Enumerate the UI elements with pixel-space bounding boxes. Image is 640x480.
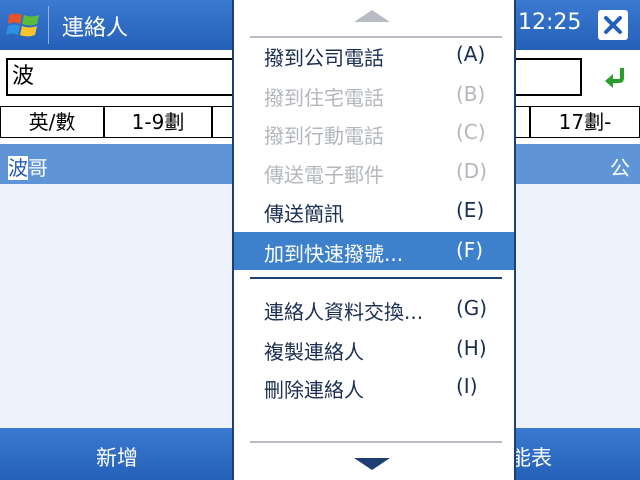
enter-arrow-icon[interactable] [602,64,628,90]
menu-item-accelerator: (I) [456,374,478,398]
menu-item-copy-contact[interactable]: 複製連絡人 (H) [234,330,514,368]
menu-item-label: 連絡人資料交換... [264,300,424,324]
menu-item-accelerator: (E) [456,198,485,222]
menu-item-add-speed-dial[interactable]: 加到快速撥號... (F) [234,232,514,270]
menu-item-call-home: 撥到住宅電話 (B) [234,76,514,114]
tab-strokes-1-9[interactable]: 1-9劃 [104,106,212,138]
softkey-menu[interactable]: 能表 [510,442,552,472]
tab-alpha-num[interactable]: 英/數 [0,106,104,138]
menu-item-send-email: 傳送電子郵件 (D) [234,153,514,191]
close-icon [604,16,622,34]
contact-name: 波哥 [8,152,48,181]
menu-item-label: 複製連絡人 [264,340,364,364]
softkey-new[interactable]: 新增 [96,442,138,472]
menu-item-label: 撥到公司電話 [264,46,384,70]
menu-item-label: 撥到住宅電話 [264,86,384,110]
menu-item-accelerator: (C) [456,120,486,144]
app-title: 連絡人 [62,16,129,41]
menu-item-send-sms[interactable]: 傳送簡訊 (E) [234,192,514,230]
menu-item-label: 刪除連絡人 [264,378,364,402]
menu-separator [250,277,502,279]
menu-item-accelerator: (B) [456,82,486,106]
menu-item-accelerator: (H) [456,336,487,360]
menu-separator-bottom [250,441,502,443]
contact-name-rest: 哥 [28,156,48,180]
menu-item-label: 傳送簡訊 [264,202,344,226]
menu-item-call-work[interactable]: 撥到公司電話 (A) [234,36,514,74]
context-menu: 撥到公司電話 (A) 撥到住宅電話 (B) 撥到行動電話 (C) 傳送電子郵件 … [232,0,516,480]
tab-partial-right[interactable] [514,106,530,138]
menu-item-label: 傳送電子郵件 [264,163,384,187]
menu-item-accelerator: (F) [456,238,484,262]
tab-strokes-17-plus[interactable]: 17劃- [530,106,640,138]
scroll-down-icon[interactable] [352,456,392,476]
menu-item-accelerator: (G) [456,296,488,320]
close-button[interactable] [598,10,628,40]
menu-item-accelerator: (A) [456,42,486,66]
matched-text: 波 [8,156,28,180]
menu-item-call-mobile: 撥到行動電話 (C) [234,114,514,152]
contact-number-type: 公 [610,156,630,180]
menu-item-accelerator: (D) [456,159,488,183]
scroll-up-icon[interactable] [352,8,392,28]
windows-start-icon[interactable] [6,8,42,42]
menu-item-label: 加到快速撥號... [264,242,404,266]
title-divider [48,6,49,44]
menu-item-beam-contact[interactable]: 連絡人資料交換... (G) [234,290,514,328]
menu-item-label: 撥到行動電話 [264,124,384,148]
menu-item-delete-contact[interactable]: 刪除連絡人 (I) [234,368,514,406]
clock[interactable]: 12:25 [518,10,588,35]
